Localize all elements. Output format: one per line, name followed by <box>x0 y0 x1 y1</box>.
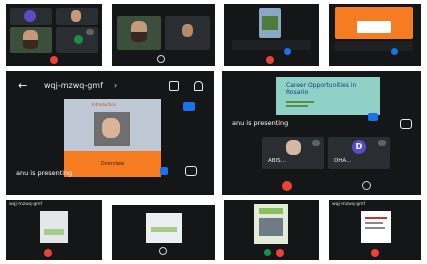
slide-line <box>286 105 308 107</box>
presenting-strip <box>232 40 311 50</box>
top-bar <box>112 6 215 14</box>
participant-tile <box>56 8 98 25</box>
expand-icon[interactable] <box>185 166 197 176</box>
meeting-screenshot-5: ← wqj-mzwq-gmf › Introduction Overview a… <box>6 71 214 195</box>
end-call-icon[interactable] <box>266 56 274 64</box>
participant-name: DHA... <box>334 158 352 164</box>
shared-document <box>361 211 391 243</box>
document-highlight <box>44 229 64 235</box>
participant-name: ABIS... <box>268 158 286 164</box>
speaker-icon[interactable] <box>169 81 179 91</box>
mic-off-icon <box>312 140 320 146</box>
meeting-screenshot-10: wqj-mzwq-gmf <box>329 200 421 260</box>
expand-icon[interactable] <box>400 119 412 129</box>
mic-off-icon[interactable] <box>86 29 94 35</box>
slide-line <box>286 101 314 103</box>
end-call-icon[interactable] <box>276 249 284 257</box>
participant-avatar <box>74 35 83 44</box>
meeting-screenshot-9 <box>224 200 319 260</box>
back-arrow-icon[interactable]: ← <box>18 79 27 92</box>
top-bar: wqj-mzwq-gmf <box>332 202 366 207</box>
person-in-photo <box>102 118 120 138</box>
document-line <box>365 222 383 224</box>
shared-slide <box>254 204 288 244</box>
meeting-screenshot-8 <box>112 205 215 260</box>
end-call-icon[interactable] <box>371 249 379 257</box>
participant-tile <box>56 27 98 53</box>
headset-icon[interactable] <box>194 81 203 91</box>
mic-off-icon <box>378 140 386 146</box>
participant-beard <box>23 40 38 49</box>
document-line <box>365 227 385 229</box>
participant-avatar <box>284 48 291 55</box>
chevron-right-icon[interactable]: › <box>114 81 117 90</box>
meeting-screenshot-6: Career Opportunities in Rosario anu is p… <box>222 71 421 195</box>
shared-slide: Career Opportunities in Rosario <box>276 77 380 115</box>
top-bar: wqj-mzwq-gmf <box>9 202 43 207</box>
slide-text-box <box>357 21 391 33</box>
participant-face <box>286 140 301 155</box>
participant-face <box>182 24 193 37</box>
document-highlight <box>151 227 177 232</box>
screenshot-collage: ← wqj-mzwq-gmf › Introduction Overview a… <box>0 0 427 264</box>
pin-icon[interactable] <box>183 102 195 111</box>
participant-avatar <box>264 249 271 256</box>
participant-tile-second[interactable]: D DHA... <box>328 137 390 169</box>
end-call-icon[interactable] <box>50 56 58 64</box>
shared-slide: Introduction <box>64 99 161 151</box>
pin-icon[interactable] <box>368 113 378 121</box>
presenting-text: anu is presenting <box>16 169 73 177</box>
participant-avatar <box>24 10 36 22</box>
presenting-strip <box>335 41 413 51</box>
shared-image <box>262 16 278 30</box>
slide-banner <box>259 208 283 214</box>
participant-video-tile <box>117 16 161 50</box>
more-icon[interactable] <box>159 247 167 255</box>
participant-tile <box>165 16 210 50</box>
participant-avatar: D <box>352 140 366 154</box>
participant-video-tile <box>10 27 52 53</box>
participant-beard <box>131 32 147 42</box>
shared-slide <box>335 7 413 39</box>
meeting-screenshot-4 <box>329 4 421 66</box>
slide-photo <box>94 112 130 146</box>
shared-screen-thumbnail <box>259 8 281 38</box>
slide-orange-band: Overview <box>64 151 161 177</box>
participant-badge <box>160 167 168 175</box>
slide-overview-label: Overview <box>100 161 125 167</box>
meeting-screenshot-3 <box>224 4 319 66</box>
slide-title: Career Opportunities in Rosario <box>286 82 357 96</box>
presenting-text: anu is presenting <box>232 119 289 127</box>
participant-avatar <box>391 48 398 55</box>
meeting-screenshot-2 <box>112 4 215 66</box>
document-line <box>365 217 387 219</box>
meeting-screenshot-1 <box>6 4 102 66</box>
shared-document <box>40 211 68 243</box>
meeting-code: wqj-mzwq-gmf <box>44 81 103 90</box>
shared-document <box>146 213 182 243</box>
more-icon[interactable] <box>362 181 371 190</box>
end-call-icon[interactable] <box>282 181 292 191</box>
participant-face <box>71 10 81 22</box>
end-call-icon[interactable] <box>44 249 52 257</box>
slide-image <box>259 218 283 236</box>
meeting-screenshot-7: wqj-mzwq-gmf <box>6 200 102 260</box>
more-icon[interactable] <box>157 55 165 63</box>
participant-tile <box>10 8 52 25</box>
participant-tile-first[interactable]: ABIS... <box>262 137 324 169</box>
slide-title: Introduction <box>92 102 117 107</box>
